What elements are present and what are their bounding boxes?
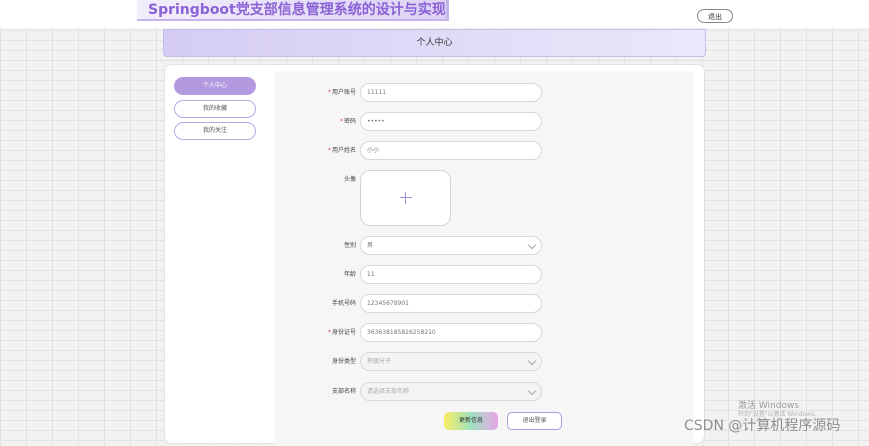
username-label: 用户账号	[331, 89, 356, 96]
phone-field[interactable]: 12345678901	[360, 294, 542, 313]
gender-value: 男	[367, 242, 374, 249]
branch-placeholder: 请选择支部名称	[367, 388, 410, 395]
menu-item-personal-center[interactable]: 个人中心	[174, 77, 256, 95]
gender-label: 性别	[343, 242, 356, 249]
fullname-label: 用户姓名	[331, 147, 356, 154]
menu-item-my-follows[interactable]: 我的关注	[174, 122, 256, 140]
gender-select[interactable]: 男	[360, 236, 542, 255]
chevron-down-icon	[527, 386, 537, 396]
username-row: *用户账号 11111	[274, 83, 694, 103]
app-title: Springboot党支部信息管理系统的设计与实现	[137, 0, 449, 21]
password-field[interactable]: •••••	[360, 112, 542, 131]
avatar-row: 头像	[274, 170, 694, 190]
required-mark: *	[327, 147, 331, 154]
identity-label: 身份类型	[331, 358, 356, 365]
branch-label: 支部名称	[331, 388, 356, 395]
identity-select[interactable]: 积极分子	[360, 352, 542, 371]
username-field[interactable]: 11111	[360, 83, 542, 102]
password-label: 密码	[343, 118, 356, 125]
branch-select[interactable]: 请选择支部名称	[360, 382, 542, 401]
fullname-field[interactable]: 小小	[360, 141, 542, 160]
plus-icon	[400, 192, 412, 204]
page-title: 个人中心	[163, 29, 706, 57]
identity-value: 积极分子	[367, 358, 392, 365]
logout-account-button[interactable]: 退出登录	[507, 412, 562, 430]
fullname-row: *用户姓名 小小	[274, 141, 694, 161]
required-mark: *	[327, 329, 331, 336]
avatar-label: 头像	[343, 176, 356, 183]
csdn-watermark: CSDN @计算机程序源码	[684, 418, 841, 434]
required-mark: *	[339, 118, 343, 125]
password-row: *密码 •••••	[274, 112, 694, 132]
chevron-down-icon	[527, 356, 537, 366]
identity-row: 身份类型 积极分子	[274, 352, 694, 372]
idcard-label: 身份证号	[331, 329, 356, 336]
branch-row: 支部名称 请选择支部名称	[274, 382, 694, 402]
idcard-field[interactable]: 363638185826258210	[360, 323, 542, 342]
age-label: 年龄	[343, 271, 356, 278]
age-field[interactable]: 11	[360, 265, 542, 284]
gender-row: 性别 男	[274, 236, 694, 256]
avatar-upload[interactable]	[360, 170, 451, 226]
logout-button[interactable]: 退出	[697, 9, 733, 23]
age-row: 年龄 11	[274, 265, 694, 285]
required-mark: *	[327, 89, 331, 96]
phone-label: 手机号码	[331, 300, 356, 307]
update-info-button[interactable]: 更新信息	[444, 412, 498, 430]
chevron-down-icon	[527, 240, 537, 250]
menu-item-my-favorites[interactable]: 我的收藏	[174, 100, 256, 118]
phone-row: 手机号码 12345678901	[274, 294, 694, 314]
idcard-row: *身份证号 363638185826258210	[274, 323, 694, 343]
